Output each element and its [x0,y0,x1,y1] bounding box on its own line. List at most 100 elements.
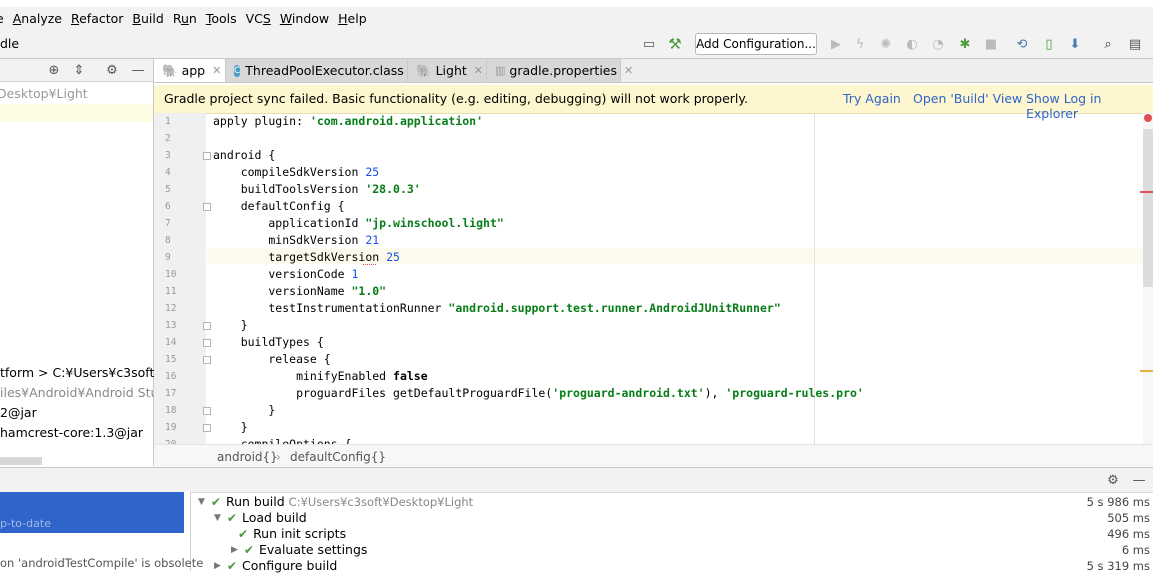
selected-tree-row[interactable] [0,104,153,122]
scrollbar-thumb[interactable] [1143,129,1153,287]
show-log-link[interactable]: Show Log in Explorer [1026,91,1153,121]
minimize-icon[interactable]: — [1131,472,1147,488]
code-line[interactable]: defaultConfig { [213,199,345,213]
menu-tools[interactable]: Tools [206,11,237,26]
line-number-gutter[interactable] [154,113,206,444]
fold-marker-icon[interactable] [203,203,211,211]
build-tree-row[interactable]: ✔ Run init scripts [238,526,346,541]
selected-sync-item[interactable]: p-to-date [0,492,184,533]
locate-icon[interactable]: ⊕ [46,62,62,78]
tab-light[interactable]: 🐘 Light ✕ [408,59,487,82]
tree-item[interactable]: 2@jar [0,405,37,420]
line-number: 14 [165,337,177,348]
success-check-icon: ✔ [226,510,237,525]
tree-item[interactable]: hamcrest-core:1.3@jar [0,425,143,440]
menu-vcs[interactable]: VCS [246,11,271,26]
project-label[interactable]: dle [0,36,19,51]
try-again-link[interactable]: Try Again [843,91,901,106]
warning-message[interactable]: on 'androidTestCompile' is obsolete [0,556,203,570]
line-number: 6 [165,201,171,212]
project-path[interactable]: Desktop¥Light [0,86,88,101]
code-line[interactable]: compileSdkVersion 25 [213,165,380,179]
collapse-arrow-icon[interactable]: ▶ [231,545,238,555]
hammer-build-icon[interactable]: ⚒ [667,35,683,53]
menu-run[interactable]: Run [173,11,197,26]
search-icon[interactable]: ⌕ [1100,36,1116,52]
line-number: 19 [165,422,177,433]
code-token: "jp.winschool.light" [365,216,504,230]
attach-debugger-icon[interactable]: ✱ [957,36,973,52]
add-configuration-button[interactable]: Add Configuration... [695,33,817,55]
gear-icon[interactable]: ⚙ [1105,472,1121,488]
apply-changes-icon[interactable]: ϟ [852,36,868,52]
project-structure-icon[interactable]: ▤ [1127,36,1143,52]
fold-marker-icon[interactable] [203,322,211,330]
stop-icon[interactable]: ■ [983,36,999,52]
menu-build[interactable]: Build [132,11,163,26]
menu-help[interactable]: Help [338,11,367,26]
fold-marker-icon[interactable] [203,407,211,415]
horizontal-scrollbar[interactable] [0,457,42,465]
code-line[interactable]: } [213,403,275,417]
close-icon[interactable]: ✕ [624,64,633,77]
code-line[interactable]: } [213,420,248,434]
code-line[interactable]: buildToolsVersion '28.0.3' [213,182,421,196]
menu-refactor[interactable]: Refactor [71,11,123,26]
warning-stripe[interactable] [1140,370,1153,372]
line-number: 3 [165,150,171,161]
profiler-icon[interactable]: ◔ [930,36,946,52]
fold-marker-icon[interactable] [203,356,211,364]
tab-gradle-properties[interactable]: ▥ gradle.properties ✕ [487,59,633,82]
menu-e[interactable]: e [0,11,4,26]
editor-scrollbar[interactable] [1140,113,1153,444]
code-line[interactable]: android { [213,148,275,162]
tab-threadpoolexecutor[interactable]: C ThreadPoolExecutor.class✕ [226,59,420,82]
gear-icon[interactable]: ⚙ [104,62,120,78]
open-build-view-link[interactable]: Open 'Build' View [913,91,1022,106]
close-icon[interactable]: ✕ [212,64,221,77]
code-line[interactable]: applicationId "jp.winschool.light" [213,216,504,230]
expand-arrow-icon[interactable]: ▼ [214,513,221,523]
code-line[interactable]: versionCode 1 [213,267,358,281]
code-token: } [213,420,248,434]
code-token: versionCode [213,267,352,281]
breadcrumb-item[interactable]: defaultConfig{} [290,450,386,464]
build-tree-row[interactable]: ▼ ✔ Load build [214,510,307,525]
tab-app[interactable]: 🐘 app ✕ [154,59,226,82]
build-tree-row[interactable]: ▶ ✔ Evaluate settings [231,542,367,557]
code-line[interactable]: release { [213,352,330,366]
collapse-arrow-icon[interactable]: ▶ [214,561,221,571]
tree-item[interactable]: iles¥Android¥Android Studio [0,385,178,400]
expand-arrow-icon[interactable]: ▼ [198,497,205,507]
code-line[interactable]: buildTypes { [213,335,324,349]
terminal-icon[interactable]: ▭ [641,36,657,52]
code-line[interactable]: testInstrumentationRunner "android.suppo… [213,301,780,315]
menu-analyze[interactable]: Analyze [13,11,62,26]
build-tree-row[interactable]: ▼ ✔ Run build C:¥Users¥c3soft¥Desktop¥Light [198,494,473,509]
close-icon[interactable]: ✕ [474,64,483,77]
minimize-icon[interactable]: — [130,62,146,78]
code-line[interactable]: minSdkVersion 21 [213,233,379,247]
error-indicator-icon[interactable] [1144,114,1152,122]
run-icon[interactable]: ▶ [828,36,844,52]
code-line[interactable]: } [213,318,248,332]
fold-marker-icon[interactable] [203,152,211,160]
fold-marker-icon[interactable] [203,339,211,347]
sync-gradle-icon[interactable]: ⟲ [1014,36,1030,52]
fold-marker-icon[interactable] [203,424,211,432]
code-line[interactable]: versionName "1.0" [213,284,386,298]
sdk-manager-icon[interactable]: ⬇ [1067,36,1083,52]
menu-window[interactable]: Window [280,11,329,26]
breadcrumb-item[interactable]: android{} [217,450,278,464]
coverage-icon[interactable]: ◐ [904,36,920,52]
editor-tab-bar: 🐘 app✕ C ThreadPoolExecutor.class✕ 🐘 Lig… [154,59,1153,83]
avd-manager-icon[interactable]: ▯ [1041,36,1057,52]
code-line[interactable]: minifyEnabled false [213,369,428,383]
error-stripe[interactable] [1140,191,1153,193]
debug-icon[interactable]: ✺ [878,36,894,52]
line-number: 2 [165,133,171,144]
code-line[interactable]: apply plugin: 'com.android.application' [213,114,483,128]
line-number: 4 [165,167,171,178]
code-line[interactable]: proguardFiles getDefaultProguardFile('pr… [213,386,864,400]
collapse-all-icon[interactable]: ⇕ [71,62,87,78]
